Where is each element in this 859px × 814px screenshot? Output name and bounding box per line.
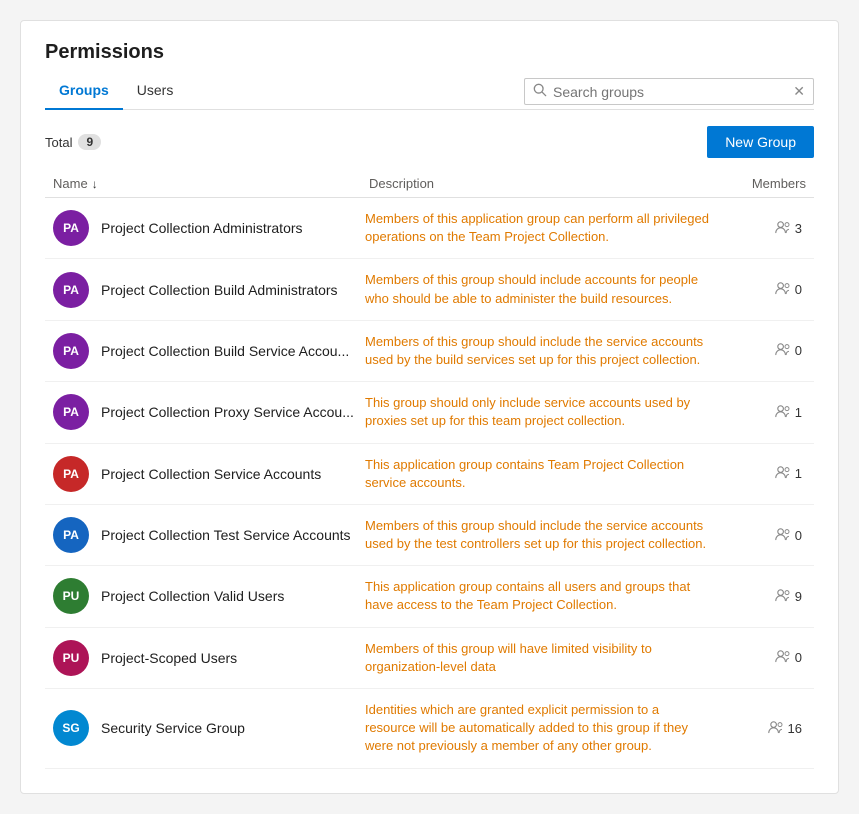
avatar: PA	[53, 272, 89, 308]
group-name: Project Collection Test Service Accounts	[101, 527, 351, 543]
group-name: Project Collection Proxy Service Accou..…	[101, 404, 354, 420]
toolbar-row: Total 9 New Group	[45, 126, 814, 158]
members-count: 1	[795, 405, 802, 420]
total-count: 9	[78, 134, 101, 150]
group-name: Project Collection Administrators	[101, 220, 303, 236]
members-icon	[768, 720, 784, 737]
tab-groups[interactable]: Groups	[45, 74, 123, 110]
members-count: 9	[795, 589, 802, 604]
members-cell: 3	[724, 220, 814, 237]
members-cell: 0	[724, 281, 814, 298]
description-cell: Identities which are granted explicit pe…	[365, 701, 724, 756]
table-row[interactable]: PA Project Collection Build Service Acco…	[45, 321, 814, 382]
page-container: Permissions Groups Users ✕ Total 9 New G…	[20, 20, 839, 794]
avatar: PU	[53, 640, 89, 676]
avatar: PA	[53, 210, 89, 246]
group-name: Project-Scoped Users	[101, 650, 237, 666]
total-badge: Total 9	[45, 134, 101, 150]
description-cell: Members of this group should include acc…	[365, 271, 724, 307]
name-cell: PA Project Collection Build Administrato…	[45, 272, 365, 308]
avatar: PA	[53, 394, 89, 430]
members-cell: 0	[724, 342, 814, 359]
new-group-button[interactable]: New Group	[707, 126, 814, 158]
description-cell: Members of this group will have limited …	[365, 640, 724, 676]
members-count: 3	[795, 221, 802, 236]
name-cell: PA Project Collection Administrators	[45, 210, 365, 246]
table-row[interactable]: PU Project-Scoped Users Members of this …	[45, 628, 814, 689]
description-cell: Members of this group should include the…	[365, 517, 724, 553]
description-cell: This application group contains all user…	[365, 578, 724, 614]
table-row[interactable]: PA Project Collection Proxy Service Acco…	[45, 382, 814, 443]
search-icon	[533, 83, 547, 100]
group-name: Project Collection Valid Users	[101, 588, 284, 604]
members-icon	[775, 465, 791, 482]
members-cell: 1	[724, 465, 814, 482]
table-row[interactable]: PA Project Collection Test Service Accou…	[45, 505, 814, 566]
avatar: PU	[53, 578, 89, 614]
group-name: Project Collection Build Service Accou..…	[101, 343, 349, 359]
members-icon	[775, 281, 791, 298]
group-name: Project Collection Service Accounts	[101, 466, 321, 482]
col-header-name: Name ↓	[45, 176, 365, 191]
description-cell: This application group contains Team Pro…	[365, 456, 724, 492]
name-cell: SG Security Service Group	[45, 710, 365, 746]
name-cell: PU Project Collection Valid Users	[45, 578, 365, 614]
description-cell: Members of this application group can pe…	[365, 210, 724, 246]
table-header: Name ↓ Description Members	[45, 170, 814, 198]
search-input[interactable]	[553, 84, 793, 100]
sort-arrow-icon: ↓	[92, 177, 98, 191]
col-header-description: Description	[365, 176, 724, 191]
members-cell: 9	[724, 588, 814, 605]
group-name: Project Collection Build Administrators	[101, 282, 338, 298]
group-name: Security Service Group	[101, 720, 245, 736]
table-row[interactable]: SG Security Service Group Identities whi…	[45, 689, 814, 769]
members-count: 0	[795, 282, 802, 297]
avatar: PA	[53, 456, 89, 492]
name-cell: PU Project-Scoped Users	[45, 640, 365, 676]
members-count: 0	[795, 528, 802, 543]
description-cell: Members of this group should include the…	[365, 333, 724, 369]
members-cell: 1	[724, 404, 814, 421]
tab-users[interactable]: Users	[123, 74, 188, 110]
members-count: 1	[795, 466, 802, 481]
table-row[interactable]: PA Project Collection Build Administrato…	[45, 259, 814, 320]
members-icon	[775, 220, 791, 237]
search-box[interactable]: ✕	[524, 78, 814, 105]
members-cell: 16	[724, 720, 814, 737]
members-icon	[775, 649, 791, 666]
description-cell: This group should only include service a…	[365, 394, 724, 430]
clear-search-icon[interactable]: ✕	[793, 83, 805, 100]
avatar: SG	[53, 710, 89, 746]
members-count: 0	[795, 650, 802, 665]
members-count: 16	[788, 721, 802, 736]
members-icon	[775, 588, 791, 605]
tabs-row: Groups Users ✕	[45, 74, 814, 110]
tabs: Groups Users	[45, 74, 187, 109]
page-title: Permissions	[45, 41, 814, 64]
members-icon	[775, 342, 791, 359]
members-count: 0	[795, 343, 802, 358]
table-row[interactable]: PA Project Collection Service Accounts T…	[45, 444, 814, 505]
avatar: PA	[53, 517, 89, 553]
name-cell: PA Project Collection Proxy Service Acco…	[45, 394, 365, 430]
table-row[interactable]: PU Project Collection Valid Users This a…	[45, 566, 814, 627]
members-icon	[775, 527, 791, 544]
name-cell: PA Project Collection Build Service Acco…	[45, 333, 365, 369]
avatar: PA	[53, 333, 89, 369]
table-body: PA Project Collection Administrators Mem…	[45, 198, 814, 769]
col-header-members: Members	[724, 176, 814, 191]
name-cell: PA Project Collection Test Service Accou…	[45, 517, 365, 553]
members-cell: 0	[724, 649, 814, 666]
members-icon	[775, 404, 791, 421]
members-cell: 0	[724, 527, 814, 544]
total-label: Total	[45, 135, 72, 150]
table-row[interactable]: PA Project Collection Administrators Mem…	[45, 198, 814, 259]
name-cell: PA Project Collection Service Accounts	[45, 456, 365, 492]
